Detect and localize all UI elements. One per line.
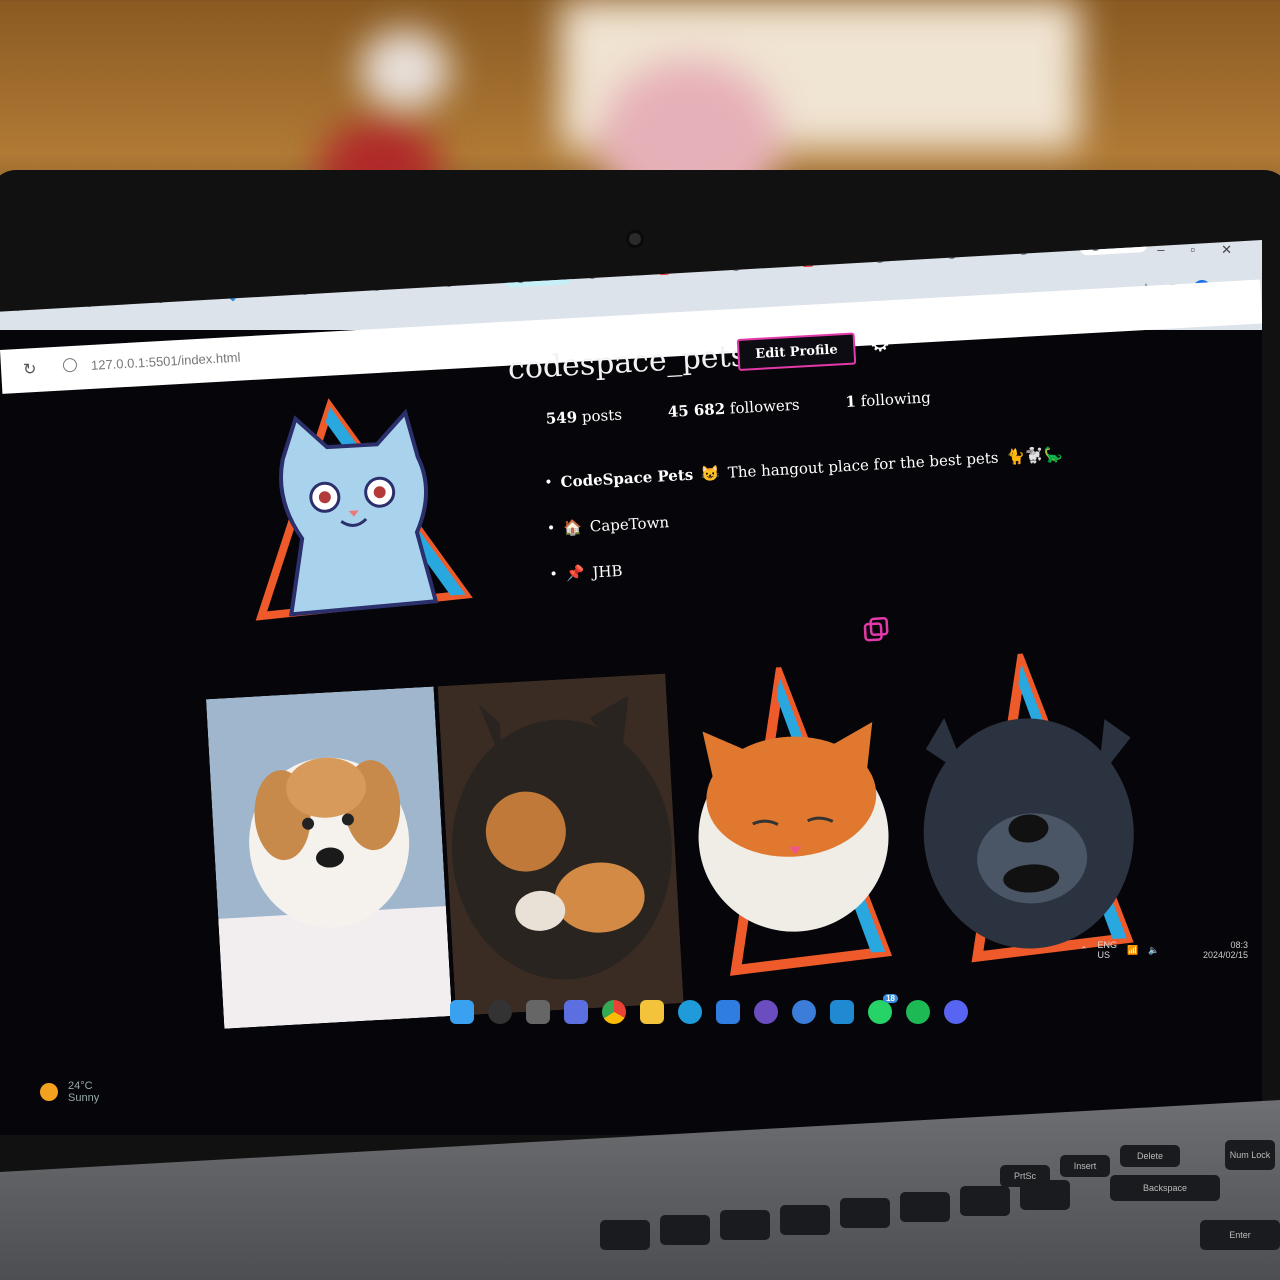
orange-cat-photo-icon	[669, 660, 916, 1003]
following-label: following	[860, 388, 932, 411]
settings-gear-icon[interactable]: ⚙	[868, 328, 891, 358]
tray-lang[interactable]: ENG US	[1098, 940, 1118, 960]
pin-emoji-icon: 📌	[565, 563, 585, 583]
spotify-icon[interactable]	[906, 1000, 930, 1024]
post-orange-cat[interactable]	[669, 660, 916, 1003]
edge-icon[interactable]	[678, 1000, 702, 1024]
posts-count: 549	[545, 408, 578, 428]
taskbar-dock: 18	[450, 994, 968, 1024]
house-emoji-icon: 🏠	[562, 517, 583, 537]
todo-icon[interactable]	[716, 1000, 740, 1024]
webcam	[626, 230, 644, 248]
followers-label: followers	[729, 395, 801, 418]
bio-secondary-location: JHB	[591, 561, 624, 582]
profile-stats: 549 posts 45 682 followers 1 following	[545, 388, 931, 427]
clock[interactable]: 08:3 2024/02/15	[1203, 940, 1248, 960]
key-enter[interactable]: Enter	[1200, 1220, 1280, 1250]
key-generic[interactable]	[660, 1215, 710, 1245]
whatsapp-icon[interactable]: 18	[868, 994, 898, 1024]
windows-start-icon[interactable]	[450, 1000, 474, 1024]
posts-stat[interactable]: 549 posts	[545, 406, 622, 428]
chat-icon[interactable]	[564, 1000, 588, 1024]
tray-chevron-icon[interactable]: ⌃	[1080, 945, 1088, 956]
wifi-icon[interactable]: 📶	[1127, 945, 1138, 956]
tray-region-label: US	[1097, 950, 1111, 960]
clock-time: 08:3	[1230, 940, 1248, 950]
key-generic[interactable]	[960, 1186, 1010, 1216]
discord-icon[interactable]	[944, 1000, 968, 1024]
post-black-dog[interactable]	[900, 647, 1147, 990]
black-dog-photo-icon	[900, 647, 1147, 990]
whatsapp-badge: 18	[883, 994, 898, 1003]
key-generic[interactable]	[1020, 1180, 1070, 1210]
key-generic[interactable]	[720, 1210, 770, 1240]
dog-photo-icon	[205, 686, 453, 1029]
chrome-icon[interactable]	[602, 1000, 626, 1024]
laptop-screen: CodesDeploIntroTeamCustoUI furTireloYour…	[0, 240, 1262, 1135]
key-insert[interactable]: Insert	[1060, 1155, 1110, 1177]
system-tray: ⌃ ENG US 📶 🔈	[1080, 940, 1160, 960]
profile-bio: CodeSpace Pets 😺 The hangout place for t…	[543, 431, 1069, 598]
weather-desc: Sunny	[68, 1092, 100, 1104]
key-backspace[interactable]: Backspace	[1110, 1175, 1220, 1201]
key-generic[interactable]	[840, 1198, 890, 1228]
edit-profile-button[interactable]: Edit Profile	[736, 332, 857, 371]
sun-icon	[40, 1083, 58, 1101]
cat-emoji-icon: 😺	[700, 464, 721, 484]
post-calico-cat[interactable]	[437, 673, 684, 1016]
tray-lang-label: ENG	[1097, 940, 1118, 950]
bio-location: CapeTown	[589, 513, 670, 536]
followers-stat[interactable]: 45 682 followers	[667, 396, 800, 421]
task-view-icon[interactable]	[526, 1000, 550, 1024]
search-icon[interactable]	[488, 1000, 512, 1024]
weather-temp: 24°C	[68, 1080, 93, 1092]
key-numlock[interactable]: Num Lock	[1225, 1140, 1275, 1170]
key-generic[interactable]	[780, 1205, 830, 1235]
followers-count: 45 682	[667, 399, 726, 421]
file-explorer-icon[interactable]	[640, 1000, 664, 1024]
volume-icon[interactable]: 🔈	[1148, 945, 1159, 956]
key-generic[interactable]	[600, 1220, 650, 1250]
weather-widget[interactable]: 24°C Sunny	[40, 1080, 99, 1104]
posts-grid	[205, 647, 1147, 1029]
post-dog[interactable]	[205, 686, 453, 1029]
multiple-posts-icon	[863, 617, 889, 642]
background-chair	[360, 30, 450, 110]
key-delete[interactable]: Delete	[1120, 1145, 1180, 1167]
posts-label: posts	[581, 405, 623, 426]
profile-username: codespace_pets	[507, 338, 747, 387]
pets-emoji-icon: 🐈🐩🦕	[1005, 445, 1063, 467]
following-count: 1	[845, 392, 857, 412]
key-generic[interactable]	[900, 1192, 950, 1222]
bio-tagline: The hangout place for the best pets	[727, 448, 999, 482]
settings-app-icon[interactable]	[792, 1000, 816, 1024]
following-stat[interactable]: 1 following	[845, 388, 931, 411]
profile-avatar-logo	[255, 398, 473, 621]
bio-name: CodeSpace Pets	[560, 465, 694, 492]
clock-date: 2024/02/15	[1202, 950, 1248, 960]
calico-cat-photo-icon	[437, 673, 684, 1016]
vscode-icon[interactable]	[830, 1000, 854, 1024]
github-desktop-icon[interactable]	[754, 1000, 778, 1024]
